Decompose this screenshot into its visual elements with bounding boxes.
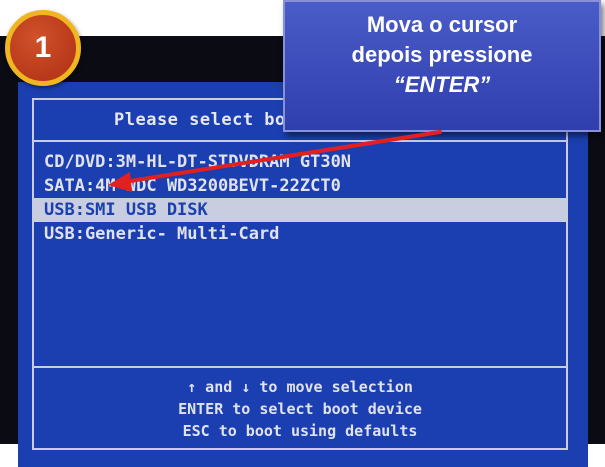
boot-device-sata[interactable]: SATA:4M-WDC WD3200BEVT-22ZCT0 <box>34 174 566 198</box>
help-enter-select: ENTER to select boot device <box>178 400 422 418</box>
step-number-badge: 1 <box>5 10 81 86</box>
boot-device-list: CD/DVD:3M-HL-DT-STDVDRAM GT30N SATA:4M-W… <box>34 150 566 246</box>
help-esc-defaults: ESC to boot using defaults <box>182 422 418 440</box>
boot-device-usb-disk[interactable]: USB:SMI USB DISK <box>34 198 566 222</box>
callout-line-2: depois pressione <box>351 42 533 67</box>
boot-device-cdrom[interactable]: CD/DVD:3M-HL-DT-STDVDRAM GT30N <box>34 150 566 174</box>
boot-menu-help: ↑ and ↓ to move selection ENTER to selec… <box>34 366 566 448</box>
instruction-callout: Mova o cursor depois pressione “ENTER” <box>283 0 601 132</box>
help-move-selection: ↑ and ↓ to move selection <box>187 378 413 396</box>
boot-menu-frame: Please select boot device: CD/DVD:3M-HL-… <box>32 98 568 450</box>
callout-line-1: Mova o cursor <box>366 12 518 37</box>
bios-screen: Please select boot device: CD/DVD:3M-HL-… <box>18 82 588 467</box>
callout-line-3: “ENTER” <box>393 72 491 97</box>
boot-device-usb-multicard[interactable]: USB:Generic- Multi-Card <box>34 222 566 246</box>
